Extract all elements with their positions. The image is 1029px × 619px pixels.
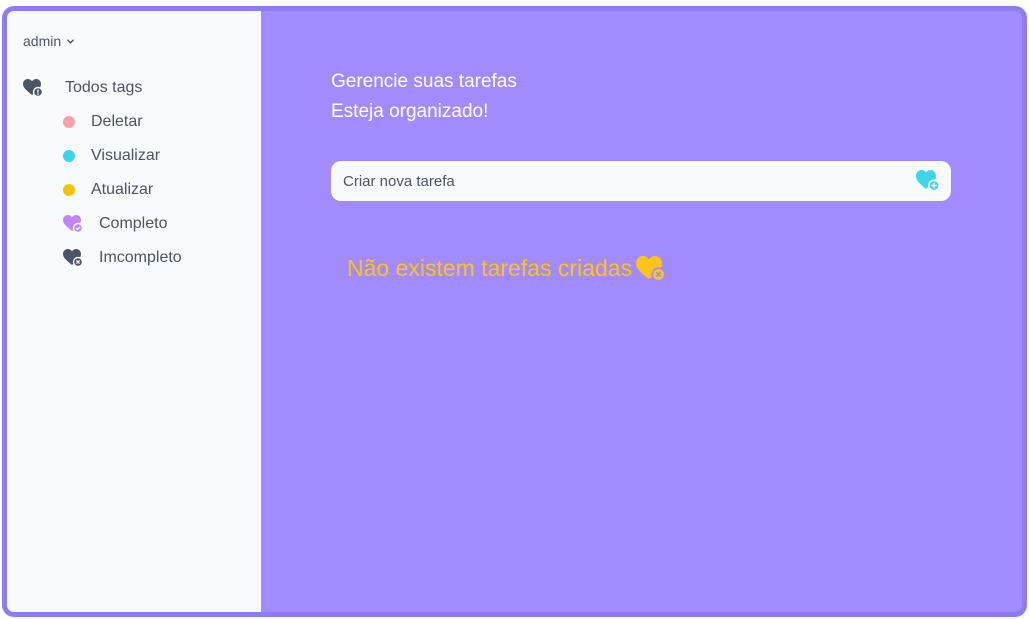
- sidebar-item-label: Visualizar: [91, 147, 161, 164]
- tag-dot-icon: [63, 116, 75, 128]
- heart-x-icon: [636, 255, 666, 282]
- sidebar-item-label: Atualizar: [91, 181, 154, 198]
- empty-state-message: Não existem tarefas criadas: [347, 255, 666, 282]
- main-content: Gerencie suas tarefas Esteja organizado!…: [261, 11, 1022, 612]
- empty-state-text: Não existem tarefas criadas: [347, 255, 633, 281]
- sidebar-item-label: Imcompleto: [99, 249, 182, 266]
- sidebar: admin Todos tags Deletar Visualizar Atua…: [7, 11, 261, 612]
- new-task-input[interactable]: [331, 161, 915, 201]
- user-menu[interactable]: admin: [23, 33, 75, 49]
- chevron-down-icon: [67, 38, 75, 44]
- headline-line-2: Esteja organizado!: [331, 101, 489, 122]
- heart-plus-icon: [916, 170, 940, 192]
- tag-dot-icon: [63, 184, 75, 196]
- sidebar-item-completo[interactable]: Completo: [23, 207, 253, 241]
- heart-x-icon: [63, 249, 83, 267]
- user-menu-label: admin: [23, 33, 62, 49]
- sidebar-item-label: Todos tags: [65, 79, 143, 96]
- app-window: admin Todos tags Deletar Visualizar Atua…: [2, 6, 1027, 617]
- sidebar-item-label: Completo: [99, 215, 168, 232]
- headline-line-1: Gerencie suas tarefas: [331, 71, 517, 92]
- sidebar-item-imcompleto[interactable]: Imcompleto: [23, 241, 253, 275]
- heart-info-icon: [23, 79, 43, 97]
- new-task-form: [331, 161, 951, 201]
- heart-check-icon: [63, 215, 83, 233]
- sidebar-item-label: Deletar: [91, 113, 143, 130]
- sidebar-item-deletar[interactable]: Deletar: [23, 105, 253, 139]
- tag-dot-icon: [63, 150, 75, 162]
- sidebar-item-visualizar[interactable]: Visualizar: [23, 139, 253, 173]
- sidebar-item-atualizar[interactable]: Atualizar: [23, 173, 253, 207]
- page-headline: Gerencie suas tarefas Esteja organizado!: [331, 67, 517, 127]
- sidebar-item-all-tags[interactable]: Todos tags: [23, 71, 253, 105]
- tag-nav: Todos tags Deletar Visualizar Atualizar: [23, 71, 253, 275]
- add-task-button[interactable]: [915, 169, 941, 193]
